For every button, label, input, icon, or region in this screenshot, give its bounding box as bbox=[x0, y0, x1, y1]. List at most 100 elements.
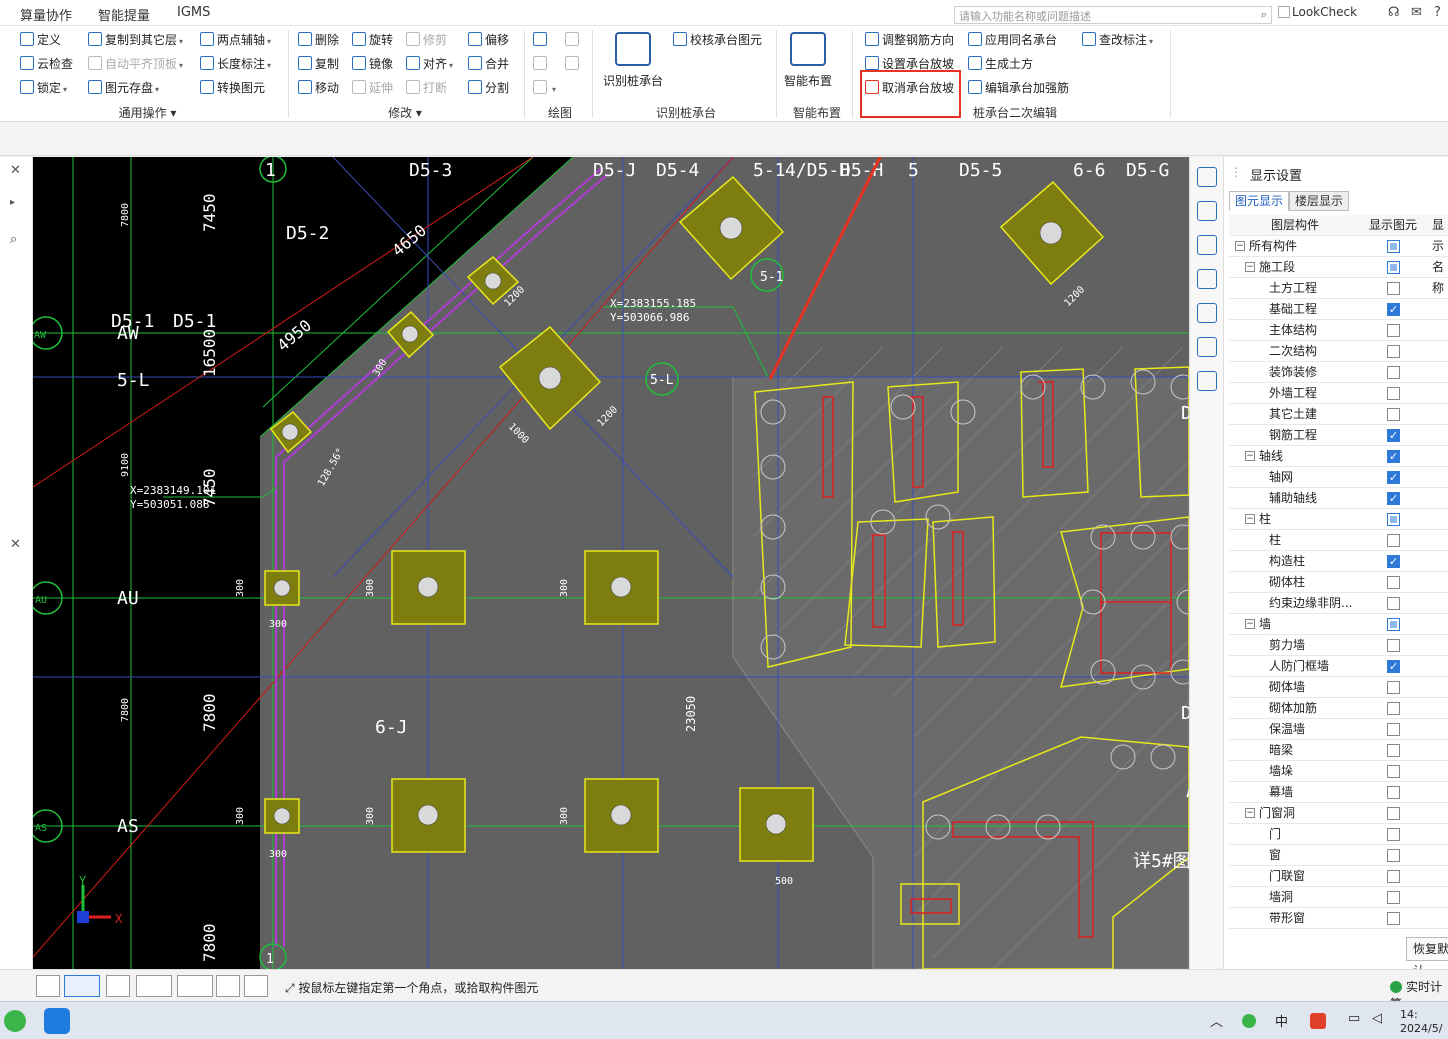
layer-row[interactable]: 构造柱 bbox=[1229, 551, 1448, 572]
close-icon[interactable]: ✕ bbox=[10, 163, 21, 178]
layer-row[interactable]: 剪力墙 bbox=[1229, 635, 1448, 656]
layer-row[interactable]: 其它土建 bbox=[1229, 404, 1448, 425]
layer-row[interactable]: 轴网 bbox=[1229, 467, 1448, 488]
ortho-toggle[interactable] bbox=[36, 975, 60, 997]
layer-row[interactable]: 外墙工程 bbox=[1229, 383, 1448, 404]
volume-icon[interactable]: ◁ bbox=[1372, 1011, 1382, 1026]
3d-view-icon[interactable] bbox=[1196, 201, 1217, 221]
cross-select-toggle[interactable] bbox=[106, 975, 130, 997]
display-checkbox[interactable] bbox=[1387, 723, 1400, 736]
display-checkbox[interactable] bbox=[1387, 534, 1400, 547]
display-checkbox[interactable] bbox=[1387, 744, 1400, 757]
system-clock[interactable]: 14: 2024/5/ bbox=[1400, 1008, 1442, 1036]
mirror-button[interactable]: 镜像 bbox=[352, 55, 393, 73]
display-checkbox[interactable] bbox=[1387, 513, 1400, 526]
collapse-toggle-icon[interactable]: − bbox=[1245, 514, 1255, 524]
cloud-check-button[interactable]: 云检查 bbox=[20, 55, 73, 73]
cad-drawing-canvas[interactable]: 1 D5-3 D5-J D5-4 5-1 4/D5-H D5-H 5 D5-5 … bbox=[33, 157, 1189, 969]
convert-element-button[interactable]: 转换图元 bbox=[200, 79, 265, 97]
layer-row[interactable]: 门 bbox=[1229, 824, 1448, 845]
display-checkbox[interactable] bbox=[1387, 828, 1400, 841]
display-checkbox[interactable] bbox=[1387, 618, 1400, 631]
display-checkbox[interactable] bbox=[1387, 299, 1400, 320]
drag-handle-icon[interactable]: ⋮ bbox=[1230, 165, 1242, 179]
layer-row[interactable]: 砌体柱 bbox=[1229, 572, 1448, 593]
layer-row[interactable]: 保温墙 bbox=[1229, 719, 1448, 740]
layer-row[interactable]: 门联窗 bbox=[1229, 866, 1448, 887]
draw-point-button[interactable] bbox=[533, 31, 550, 49]
layer-row[interactable]: 砌体加筋 bbox=[1229, 698, 1448, 719]
apply-same-name-cap-button[interactable]: 应用同名承台 bbox=[968, 31, 1057, 49]
collapse-toggle-icon[interactable]: − bbox=[1245, 451, 1255, 461]
offset-button[interactable]: 偏移 bbox=[468, 31, 509, 49]
menu-tab-smart-quantity[interactable]: 智能提量 bbox=[98, 5, 150, 24]
delete-button[interactable]: 删除 bbox=[298, 31, 339, 49]
lock-button[interactable]: 锁定 ▾ bbox=[20, 79, 67, 97]
check-cap-elements-button[interactable]: 校核承台图元 bbox=[673, 31, 762, 49]
display-checkbox[interactable] bbox=[1387, 912, 1400, 925]
display-checkbox[interactable] bbox=[1387, 870, 1400, 883]
align-button[interactable]: 对齐 ▾ bbox=[406, 55, 453, 73]
display-checkbox[interactable] bbox=[1387, 765, 1400, 778]
break-button[interactable]: 打断 bbox=[406, 79, 447, 97]
close-icon[interactable]: ✕ bbox=[10, 537, 21, 552]
layer-row[interactable]: 基础工程 bbox=[1229, 299, 1448, 320]
display-checkbox[interactable] bbox=[1387, 366, 1400, 379]
curve-toggle[interactable] bbox=[244, 975, 268, 997]
visibility-icon[interactable] bbox=[1196, 371, 1217, 391]
display-checkbox[interactable] bbox=[1387, 597, 1400, 610]
layer-row[interactable]: 土方工程 bbox=[1229, 278, 1448, 299]
smart-layout-button[interactable]: 智能布置 bbox=[782, 32, 834, 89]
collapse-toggle-icon[interactable]: − bbox=[1245, 262, 1255, 272]
generate-earthwork-button[interactable]: 生成土方 bbox=[968, 55, 1033, 73]
menu-tab-collab[interactable]: 算量协作 bbox=[20, 5, 72, 24]
display-checkbox[interactable] bbox=[1387, 807, 1400, 820]
display-checkbox[interactable] bbox=[1387, 891, 1400, 904]
layer-row[interactable]: − 所有构件 bbox=[1229, 236, 1448, 257]
display-checkbox[interactable] bbox=[1387, 488, 1400, 509]
tab-floor-display[interactable]: 楼层显示 bbox=[1289, 191, 1350, 211]
auto-align-top-button[interactable]: 自动平齐顶板 ▾ bbox=[88, 55, 183, 73]
display-checkbox[interactable] bbox=[1387, 261, 1400, 274]
display-checkbox[interactable] bbox=[1387, 576, 1400, 589]
layer-row[interactable]: 暗梁 bbox=[1229, 740, 1448, 761]
collapse-toggle-icon[interactable]: − bbox=[1245, 619, 1255, 629]
rotate-button[interactable]: 旋转 bbox=[352, 31, 393, 49]
trim-button[interactable]: 修剪 bbox=[406, 31, 447, 49]
display-checkbox[interactable] bbox=[1387, 849, 1400, 862]
layer-row[interactable]: 窗 bbox=[1229, 845, 1448, 866]
layer-row[interactable]: 装饰装修 bbox=[1229, 362, 1448, 383]
adjust-rebar-direction-button[interactable]: 调整钢筋方向 bbox=[865, 31, 954, 49]
edit-label-button[interactable]: 查改标注 ▾ bbox=[1082, 31, 1153, 49]
chat-icon[interactable]: ✉ bbox=[1411, 5, 1422, 20]
display-checkbox[interactable] bbox=[1387, 324, 1400, 337]
edit-cap-reinforcement-button[interactable]: 编辑承台加强筋 bbox=[968, 79, 1069, 97]
display-checkbox[interactable] bbox=[1387, 467, 1400, 488]
layer-row[interactable]: 辅助轴线 bbox=[1229, 488, 1448, 509]
display-checkbox[interactable] bbox=[1387, 240, 1400, 253]
display-checkbox[interactable] bbox=[1387, 446, 1400, 467]
copy-to-floor-button[interactable]: 复制到其它层 ▾ bbox=[88, 31, 183, 49]
length-dimension-button[interactable]: 长度标注 ▾ bbox=[200, 55, 271, 73]
expand-icon[interactable]: ▸ bbox=[10, 197, 15, 208]
angle-toggle[interactable] bbox=[136, 975, 172, 997]
layer-row[interactable]: 钢筋工程 bbox=[1229, 425, 1448, 446]
draw-line-button[interactable] bbox=[533, 55, 550, 73]
menu-tab-igms[interactable]: IGMS bbox=[177, 5, 210, 20]
tab-element-display[interactable]: 图元显示 bbox=[1229, 191, 1290, 211]
sogou-icon[interactable] bbox=[1310, 1013, 1326, 1029]
layer-row[interactable]: 墙洞 bbox=[1229, 887, 1448, 908]
element-save-button[interactable]: 图元存盘 ▾ bbox=[88, 79, 159, 97]
function-search-input[interactable]: 请输入功能名称或问题描述 ⌕ bbox=[954, 6, 1272, 24]
wechat-icon[interactable] bbox=[4, 1010, 26, 1032]
layer-row[interactable]: − 墙 bbox=[1229, 614, 1448, 635]
cube-view-icon[interactable] bbox=[1196, 337, 1217, 357]
layer-row[interactable]: 主体结构 bbox=[1229, 320, 1448, 341]
draw-circle-button[interactable] bbox=[565, 31, 582, 49]
layer-row[interactable]: 幕墙 bbox=[1229, 782, 1448, 803]
identify-pile-cap-button[interactable]: 识别桩承台 bbox=[600, 32, 666, 89]
display-checkbox[interactable] bbox=[1387, 702, 1400, 715]
layer-row[interactable]: 带形窗 bbox=[1229, 908, 1448, 929]
merge-button[interactable]: 合并 bbox=[468, 55, 509, 73]
chevron-up-icon[interactable]: ︿ bbox=[1210, 1011, 1223, 1030]
